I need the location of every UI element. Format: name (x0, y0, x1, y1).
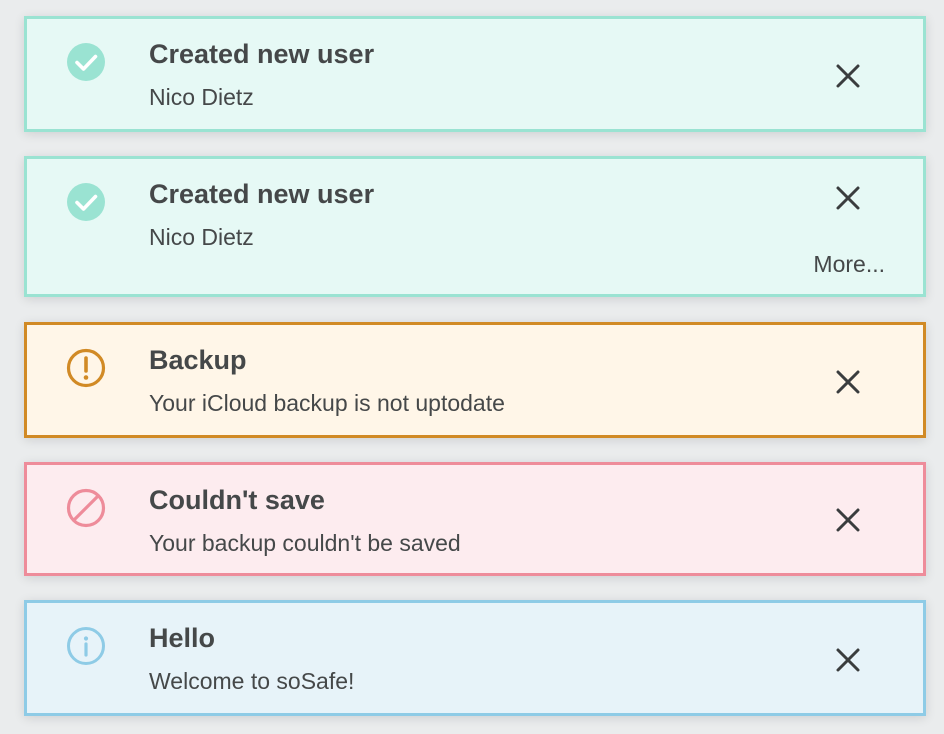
toast-message: Your backup couldn't be saved (149, 530, 461, 556)
prohibited-icon (65, 487, 107, 529)
toast-title: Couldn't save (149, 485, 325, 515)
close-icon[interactable] (833, 505, 863, 535)
toast-message: Welcome to soSafe! (149, 668, 355, 694)
toast-success: Created new user Nico Dietz (24, 16, 926, 132)
toast-title: Created new user (149, 39, 375, 69)
close-icon[interactable] (833, 367, 863, 397)
toast-info: Hello Welcome to soSafe! (24, 600, 926, 716)
toast-message: Your iCloud backup is not uptodate (149, 390, 505, 416)
info-circle-icon (65, 625, 107, 667)
more-link[interactable]: More... (813, 251, 885, 278)
toast-message: Nico Dietz (149, 224, 254, 250)
toast-success-more: Created new user Nico Dietz More... (24, 156, 926, 297)
toast-title: Backup (149, 345, 247, 375)
toast-title: Hello (149, 623, 216, 653)
close-icon[interactable] (833, 183, 863, 213)
toast-warning: Backup Your iCloud backup is not uptodat… (24, 322, 926, 438)
toast-title: Created new user (149, 179, 375, 209)
close-icon[interactable] (833, 645, 863, 675)
exclamation-circle-icon (65, 347, 107, 389)
toast-message: Nico Dietz (149, 84, 254, 110)
check-circle-icon (65, 181, 107, 223)
toast-error: Couldn't save Your backup couldn't be sa… (24, 462, 926, 576)
close-icon[interactable] (833, 61, 863, 91)
check-circle-icon (65, 41, 107, 83)
